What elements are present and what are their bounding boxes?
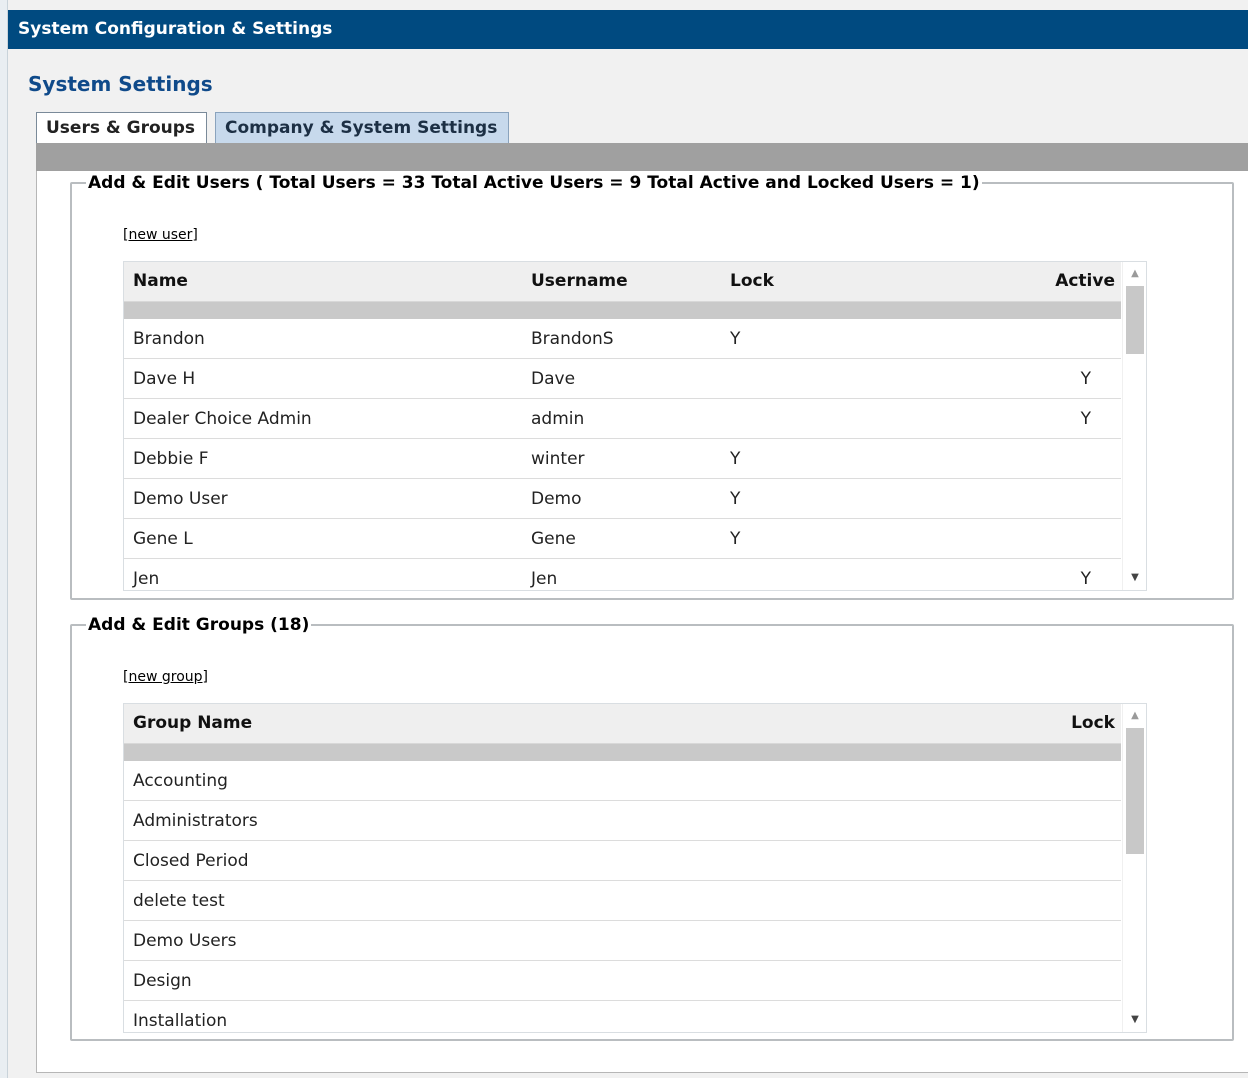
cell-group-name: Accounting bbox=[133, 771, 228, 791]
cell-group-name: Closed Period bbox=[133, 851, 249, 871]
column-header-group-name[interactable]: Group Name bbox=[133, 713, 252, 733]
cell-active: Y bbox=[1080, 409, 1091, 429]
table-row[interactable]: Demo User Demo Y bbox=[124, 479, 1121, 519]
groups-legend: Add & Edit Groups (18) bbox=[88, 615, 310, 635]
cell-active: Y bbox=[1080, 569, 1091, 589]
new-group-link[interactable]: new group bbox=[128, 669, 202, 685]
table-row[interactable]: Design bbox=[124, 961, 1121, 1001]
cell-username: admin bbox=[531, 409, 585, 429]
page-title: System Settings bbox=[28, 72, 213, 96]
table-row[interactable]: Administrators bbox=[124, 801, 1121, 841]
cell-username: Demo bbox=[531, 489, 582, 509]
cell-name: Demo User bbox=[133, 489, 228, 509]
cell-username: Jen bbox=[531, 569, 558, 589]
table-row[interactable]: Installation bbox=[124, 1001, 1121, 1032]
table-row[interactable]: Dave H Dave Y bbox=[124, 359, 1121, 399]
users-table-header: Name Username Lock Active bbox=[124, 262, 1121, 302]
new-group-link-wrapper: [new group] bbox=[123, 669, 208, 685]
cell-username: Dave bbox=[531, 369, 576, 389]
cell-lock: Y bbox=[730, 489, 741, 509]
column-header-group-lock[interactable]: Lock bbox=[1071, 713, 1115, 733]
cell-lock: Y bbox=[730, 449, 741, 469]
scroll-up-arrow-icon[interactable]: ▲ bbox=[1123, 706, 1146, 726]
groups-table-header: Group Name Lock bbox=[124, 704, 1121, 744]
column-header-lock[interactable]: Lock bbox=[730, 271, 774, 291]
groups-scroll-thumb[interactable] bbox=[1126, 728, 1144, 854]
window-title: System Configuration & Settings bbox=[8, 10, 1248, 49]
table-row[interactable]: delete test bbox=[124, 881, 1121, 921]
column-header-active[interactable]: Active bbox=[1055, 271, 1115, 291]
users-table-body: Name Username Lock Active Brandon Brandon… bbox=[124, 262, 1121, 590]
tab-users-groups[interactable]: Users & Groups bbox=[36, 112, 207, 146]
table-row[interactable]: Gene L Gene Y bbox=[124, 519, 1121, 559]
table-row[interactable]: Demo Users bbox=[124, 921, 1121, 961]
cell-active: Y bbox=[1080, 369, 1091, 389]
cell-group-name: Administrators bbox=[133, 811, 258, 831]
table-row[interactable]: Accounting bbox=[124, 761, 1121, 801]
cell-name: Jen bbox=[133, 569, 160, 589]
cell-username: BrandonS bbox=[531, 329, 614, 349]
cell-group-name: Design bbox=[133, 971, 192, 991]
users-table: Name Username Lock Active Brandon Brandon… bbox=[123, 261, 1147, 591]
cell-group-name: delete test bbox=[133, 891, 225, 911]
scroll-up-arrow-icon[interactable]: ▲ bbox=[1123, 264, 1146, 284]
users-scroll-thumb[interactable] bbox=[1126, 286, 1144, 354]
groups-filter-row[interactable] bbox=[124, 744, 1121, 761]
cell-name: Brandon bbox=[133, 329, 205, 349]
left-frame-strip bbox=[0, 0, 8, 1078]
cell-username: winter bbox=[531, 449, 585, 469]
column-header-username[interactable]: Username bbox=[531, 271, 628, 291]
table-row[interactable]: Closed Period bbox=[124, 841, 1121, 881]
column-header-name[interactable]: Name bbox=[133, 271, 188, 291]
groups-table-body: Group Name Lock Accounting Administrators… bbox=[124, 704, 1121, 1032]
cell-group-name: Demo Users bbox=[133, 931, 237, 951]
groups-table: Group Name Lock Accounting Administrators… bbox=[123, 703, 1147, 1033]
cell-lock: Y bbox=[730, 329, 741, 349]
cell-name: Dealer Choice Admin bbox=[133, 409, 312, 429]
cell-name: Dave H bbox=[133, 369, 196, 389]
tab-content-header-bar bbox=[36, 143, 1248, 171]
cell-name: Debbie F bbox=[133, 449, 209, 469]
table-row[interactable]: Debbie F winter Y bbox=[124, 439, 1121, 479]
settings-window: System Configuration & Settings System S… bbox=[8, 0, 1248, 1078]
groups-fieldset: Add & Edit Groups (18) [new group] Group… bbox=[70, 615, 1234, 1041]
tab-panel-users-groups: Add & Edit Users ( Total Users = 33 Tota… bbox=[36, 171, 1248, 1073]
table-row[interactable]: Jen Jen Y bbox=[124, 559, 1121, 590]
users-fieldset: Add & Edit Users ( Total Users = 33 Tota… bbox=[70, 173, 1234, 600]
cell-name: Gene L bbox=[133, 529, 193, 549]
users-legend: Add & Edit Users ( Total Users = 33 Tota… bbox=[88, 173, 980, 193]
users-filter-row[interactable] bbox=[124, 302, 1121, 319]
scroll-down-arrow-icon[interactable]: ▼ bbox=[1123, 568, 1146, 588]
table-row[interactable]: Dealer Choice Admin admin Y bbox=[124, 399, 1121, 439]
scroll-down-arrow-icon[interactable]: ▼ bbox=[1123, 1010, 1146, 1030]
cell-lock: Y bbox=[730, 529, 741, 549]
cell-username: Gene bbox=[531, 529, 576, 549]
groups-table-scrollbar[interactable]: ▲ ▼ bbox=[1122, 704, 1146, 1032]
new-user-link[interactable]: new user bbox=[128, 227, 192, 243]
cell-group-name: Installation bbox=[133, 1011, 228, 1031]
table-row[interactable]: Brandon BrandonS Y bbox=[124, 319, 1121, 359]
new-user-link-wrapper: [new user] bbox=[123, 227, 198, 243]
users-table-scrollbar[interactable]: ▲ ▼ bbox=[1122, 262, 1146, 590]
tab-company-system-settings[interactable]: Company & System Settings bbox=[215, 112, 509, 144]
